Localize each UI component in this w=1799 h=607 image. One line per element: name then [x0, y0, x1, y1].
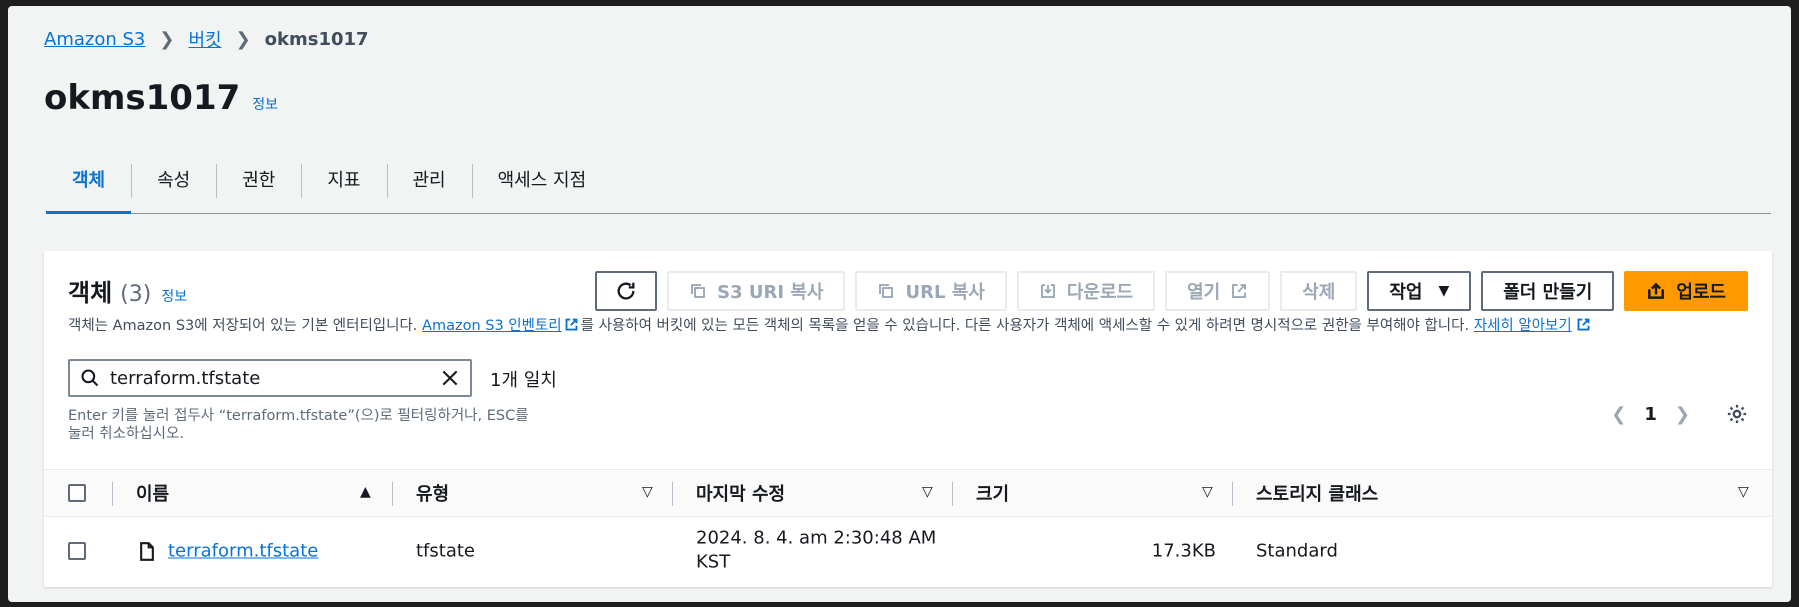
page-number[interactable]: 1	[1644, 404, 1657, 425]
clear-icon[interactable]	[440, 368, 460, 388]
tab-metrics[interactable]: 지표	[301, 156, 386, 202]
object-type: tfstate	[416, 540, 475, 562]
column-divider	[952, 482, 953, 506]
last-modified-date: 2024. 8. 4. am 2:30:48 AM	[696, 527, 937, 549]
pagination: ❮ 1 ❯	[1611, 403, 1748, 425]
create-folder-label: 폴더 만들기	[1503, 282, 1593, 303]
object-name-cell: terraform.tfstate	[138, 541, 318, 562]
learn-more-link[interactable]: 자세히 알아보기	[1474, 318, 1572, 334]
description-prefix: 객체는 Amazon S3에 저장되어 있는 기본 엔터티입니다.	[68, 318, 423, 334]
column-header-name[interactable]: 이름	[136, 480, 169, 506]
object-name-link[interactable]: terraform.tfstate	[168, 541, 318, 562]
column-header-type[interactable]: 유형	[416, 480, 449, 506]
tab-objects[interactable]: 객체	[46, 156, 132, 214]
search-icon	[81, 369, 99, 387]
external-link-icon	[1577, 318, 1590, 331]
objects-toolbar: S3 URI 복사 URL 복사 다운로드 열기 삭제 작업 ▼ 폴더 만들기 …	[595, 271, 1748, 311]
column-divider	[672, 482, 673, 506]
refresh-icon	[617, 282, 635, 300]
refresh-button[interactable]	[595, 271, 658, 311]
sort-ascending-icon[interactable]: ▲	[360, 484, 371, 500]
sort-icon[interactable]: ▽	[922, 484, 933, 500]
sort-icon[interactable]: ▽	[1202, 484, 1213, 500]
external-link-icon	[565, 318, 578, 331]
tab-permissions[interactable]: 권한	[216, 156, 301, 202]
chevron-right-icon: ❯	[159, 28, 175, 50]
copy-s3-uri-label: S3 URI 복사	[717, 282, 824, 303]
actions-label: 작업	[1389, 282, 1423, 303]
sort-icon[interactable]: ▽	[642, 484, 653, 500]
tab-management[interactable]: 관리	[386, 156, 472, 202]
chevron-right-icon: ❯	[235, 28, 251, 50]
open-label: 열기	[1187, 282, 1221, 303]
copy-url-label: URL 복사	[905, 282, 985, 303]
column-divider	[1232, 482, 1233, 506]
search-hint: Enter 키를 눌러 접두사 “terraform.tfstate”(으)로 …	[68, 408, 529, 443]
upload-label: 업로드	[1676, 282, 1726, 303]
table-row: terraform.tfstate tfstate 2024. 8. 4. am…	[44, 517, 1772, 585]
objects-table: 이름 ▲ 유형 ▽ 마지막 수정 ▽ 크기 ▽ 스토리지 클래스 ▽ terra…	[44, 469, 1772, 585]
object-last-modified: 2024. 8. 4. am 2:30:48 AM KST	[696, 527, 936, 576]
column-divider	[392, 482, 393, 506]
tab-properties[interactable]: 속성	[131, 156, 216, 202]
objects-count: (3)	[120, 282, 152, 307]
column-header-size[interactable]: 크기	[976, 480, 1009, 506]
sort-icon[interactable]: ▽	[1738, 484, 1749, 500]
create-folder-button[interactable]: 폴더 만들기	[1481, 271, 1615, 311]
upload-icon	[1648, 282, 1665, 299]
objects-panel-header: 객체 (3) 정보	[68, 273, 187, 308]
breadcrumb-buckets[interactable]: 버킷	[188, 26, 221, 52]
description-middle: 를 사용하여 버킷에 있는 모든 객체의 목록을 얻을 수 있습니다. 다른 사…	[580, 318, 1474, 334]
last-modified-timezone: KST	[696, 552, 731, 573]
object-search-input[interactable]	[110, 367, 440, 389]
objects-title: 객체	[68, 279, 113, 307]
column-header-storage-class[interactable]: 스토리지 클래스	[1256, 480, 1378, 506]
copy-icon	[879, 284, 894, 298]
download-button[interactable]: 다운로드	[1016, 271, 1156, 311]
column-header-last-modified[interactable]: 마지막 수정	[696, 480, 785, 506]
chevron-right-icon[interactable]: ❯	[1675, 404, 1690, 425]
row-checkbox[interactable]	[68, 542, 86, 560]
tab-access-points[interactable]: 액세스 지점	[471, 156, 613, 202]
upload-button[interactable]: 업로드	[1624, 271, 1748, 311]
s3-console-window: Amazon S3 ❯ 버킷 ❯ okms1017 okms1017 정보 객체…	[8, 6, 1791, 602]
download-icon	[1040, 284, 1055, 298]
gear-icon[interactable]	[1726, 403, 1748, 425]
delete-label: 삭제	[1302, 282, 1336, 303]
breadcrumb-amazon-s3[interactable]: Amazon S3	[44, 29, 145, 50]
file-icon	[140, 541, 154, 561]
column-divider	[112, 482, 113, 506]
copy-url-button[interactable]: URL 복사	[855, 271, 1007, 311]
object-size: 17.3KB	[1151, 540, 1216, 562]
breadcrumb-current: okms1017	[264, 28, 369, 50]
table-header: 이름 ▲ 유형 ▽ 마지막 수정 ▽ 크기 ▽ 스토리지 클래스 ▽	[44, 469, 1772, 517]
objects-panel: 객체 (3) 정보 S3 URI 복사 URL 복사 다운로드 열기 삭제 작업…	[44, 251, 1772, 587]
object-search-box	[68, 359, 472, 397]
row-checkbox-cell	[68, 542, 86, 560]
tab-bar: 객체 속성 권한 지표 관리 액세스 지점	[46, 156, 1771, 214]
delete-button[interactable]: 삭제	[1280, 271, 1358, 311]
page-info-link[interactable]: 정보	[252, 94, 278, 114]
select-all-checkbox-cell	[68, 484, 86, 502]
caret-down-icon: ▼	[1438, 283, 1450, 299]
actions-dropdown[interactable]: 작업 ▼	[1367, 271, 1472, 311]
chevron-left-icon[interactable]: ❮	[1611, 404, 1626, 425]
download-label: 다운로드	[1066, 282, 1134, 303]
copy-s3-uri-button[interactable]: S3 URI 복사	[667, 271, 846, 311]
copy-icon	[691, 284, 706, 298]
match-count: 1개 일치	[490, 370, 557, 391]
objects-description: 객체는 Amazon S3에 저장되어 있는 기본 엔터티입니다. Amazon…	[68, 314, 1591, 335]
objects-info-link[interactable]: 정보	[161, 286, 187, 306]
inventory-link[interactable]: Amazon S3 인벤토리	[422, 318, 562, 334]
external-link-icon	[1232, 284, 1247, 298]
select-all-checkbox[interactable]	[68, 484, 86, 502]
breadcrumb: Amazon S3 ❯ 버킷 ❯ okms1017	[44, 26, 369, 52]
object-storage-class: Standard	[1256, 540, 1338, 562]
page-title: okms1017	[44, 78, 241, 118]
page-header: okms1017 정보	[44, 78, 278, 118]
open-button[interactable]: 열기	[1165, 271, 1271, 311]
